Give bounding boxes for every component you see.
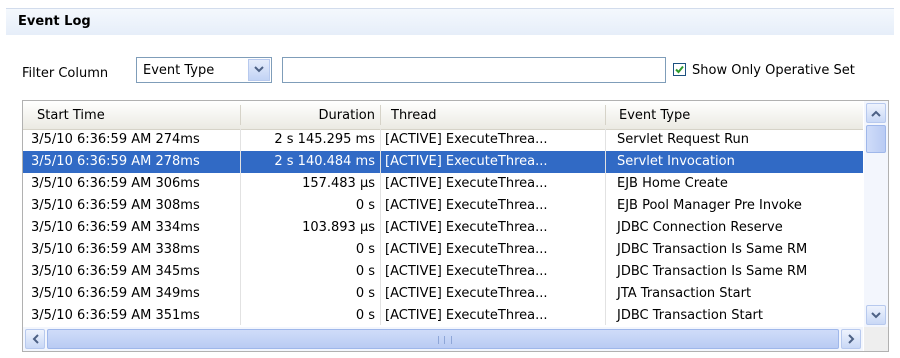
cell-start-time: 3/5/10 6:36:59 AM 334ms <box>31 220 200 235</box>
cell-thread: [ACTIVE] ExecuteThrea... <box>385 242 548 257</box>
cell-event-type: JDBC Transaction Is Same RM <box>617 264 808 279</box>
arrow-up-icon[interactable] <box>866 103 886 123</box>
cell-thread: [ACTIVE] ExecuteThrea... <box>385 264 548 279</box>
table-row[interactable]: 3/5/10 6:36:59 AM 274ms 2 s 145.295 ms [AC… <box>23 129 863 151</box>
cell-thread: [ACTIVE] ExecuteThrea... <box>385 198 548 213</box>
cell-thread: [ACTIVE] ExecuteThrea... <box>385 220 548 235</box>
column-header-start-time[interactable]: Start Time <box>37 108 105 123</box>
column-divider[interactable] <box>605 105 606 125</box>
cell-thread: [ACTIVE] ExecuteThrea... <box>385 176 548 191</box>
cell-thread: [ACTIVE] ExecuteThrea... <box>385 308 548 323</box>
filter-column-label: Filter Column <box>22 66 109 81</box>
cell-duration: 0 s <box>355 286 375 301</box>
arrow-right-icon[interactable] <box>841 329 861 349</box>
horizontal-scroll-thumb[interactable] <box>47 329 839 349</box>
cell-start-time: 3/5/10 6:36:59 AM 306ms <box>31 176 200 191</box>
grid-line <box>240 129 241 325</box>
cell-duration: 2 s 140.484 ms <box>274 154 375 169</box>
cell-duration: 2 s 145.295 ms <box>274 132 375 147</box>
grid-line <box>605 129 606 325</box>
panel-header: Event Log <box>6 8 894 35</box>
cell-event-type: EJB Home Create <box>617 176 728 191</box>
column-header-duration[interactable]: Duration <box>241 108 375 123</box>
cell-start-time: 3/5/10 6:36:59 AM 308ms <box>31 198 200 213</box>
cell-start-time: 3/5/10 6:36:59 AM 278ms <box>31 154 200 169</box>
table-header: Start Time Duration Thread Event Type <box>23 101 863 130</box>
cell-event-type: JDBC Transaction Start <box>617 308 764 323</box>
vertical-scrollbar[interactable] <box>864 101 888 327</box>
filter-column-value: Event Type <box>143 63 215 78</box>
cell-start-time: 3/5/10 6:36:59 AM 349ms <box>31 286 200 301</box>
cell-duration: 0 s <box>355 264 375 279</box>
grid-line <box>380 129 381 325</box>
column-header-thread[interactable]: Thread <box>391 108 436 123</box>
cell-duration: 103.893 µs <box>302 220 375 235</box>
cell-event-type: EJB Pool Manager Pre Invoke <box>617 198 802 213</box>
filter-text-input[interactable] <box>282 57 666 83</box>
table-row[interactable]: 3/5/10 6:36:59 AM 306ms 157.483 µs [ACTIVE… <box>23 173 863 195</box>
horizontal-scrollbar[interactable] <box>23 327 863 351</box>
cell-thread: [ACTIVE] ExecuteThrea... <box>385 286 548 301</box>
scroll-grip-icon <box>438 336 452 344</box>
cell-event-type: JTA Transaction Start <box>617 286 752 301</box>
cell-duration: 0 s <box>355 308 375 323</box>
arrow-down-icon[interactable] <box>866 305 886 325</box>
panel-title: Event Log <box>18 14 91 29</box>
cell-event-type: Servlet Invocation <box>617 154 735 169</box>
chevron-down-icon[interactable] <box>248 59 270 81</box>
cell-duration: 0 s <box>355 198 375 213</box>
vertical-scroll-thumb[interactable] <box>866 125 886 153</box>
show-operative-label: Show Only Operative Set <box>692 63 855 78</box>
cell-duration: 157.483 µs <box>302 176 375 191</box>
table-row[interactable]: 3/5/10 6:36:59 AM 338ms 0 s [ACTIVE] Execu… <box>23 239 863 261</box>
cell-duration: 0 s <box>355 242 375 257</box>
cell-start-time: 3/5/10 6:36:59 AM 338ms <box>31 242 200 257</box>
table-row[interactable]: 3/5/10 6:36:59 AM 308ms 0 s [ACTIVE] Execu… <box>23 195 863 217</box>
cell-start-time: 3/5/10 6:36:59 AM 345ms <box>31 264 200 279</box>
cell-start-time: 3/5/10 6:36:59 AM 351ms <box>31 308 200 323</box>
show-operative-checkbox[interactable] <box>673 63 686 76</box>
filter-column-select[interactable]: Event Type <box>136 57 272 83</box>
scrollbar-corner <box>864 327 888 351</box>
event-table[interactable]: Start Time Duration Thread Event Type 3/… <box>22 100 889 352</box>
column-divider[interactable] <box>380 105 381 125</box>
table-row[interactable]: 3/5/10 6:36:59 AM 345ms 0 s [ACTIVE] Execu… <box>23 261 863 283</box>
table-row[interactable]: 3/5/10 6:36:59 AM 334ms 103.893 µs [ACTIVE… <box>23 217 863 239</box>
cell-event-type: JDBC Transaction Is Same RM <box>617 242 808 257</box>
cell-event-type: JDBC Connection Reserve <box>617 220 783 235</box>
cell-thread: [ACTIVE] ExecuteThrea... <box>385 154 548 169</box>
table-row[interactable]: 3/5/10 6:36:59 AM 351ms 0 s [ACTIVE] Execu… <box>23 305 863 327</box>
cell-thread: [ACTIVE] ExecuteThrea... <box>385 132 548 147</box>
cell-start-time: 3/5/10 6:36:59 AM 274ms <box>31 132 200 147</box>
table-row[interactable]: 3/5/10 6:36:59 AM 349ms 0 s [ACTIVE] Execu… <box>23 283 863 305</box>
checkmark-icon <box>675 65 684 74</box>
arrow-left-icon[interactable] <box>25 329 45 349</box>
cell-event-type: Servlet Request Run <box>617 132 749 147</box>
table-row[interactable]: 3/5/10 6:36:59 AM 278ms 2 s 140.484 ms [AC… <box>23 151 863 173</box>
column-header-event-type[interactable]: Event Type <box>619 108 690 123</box>
